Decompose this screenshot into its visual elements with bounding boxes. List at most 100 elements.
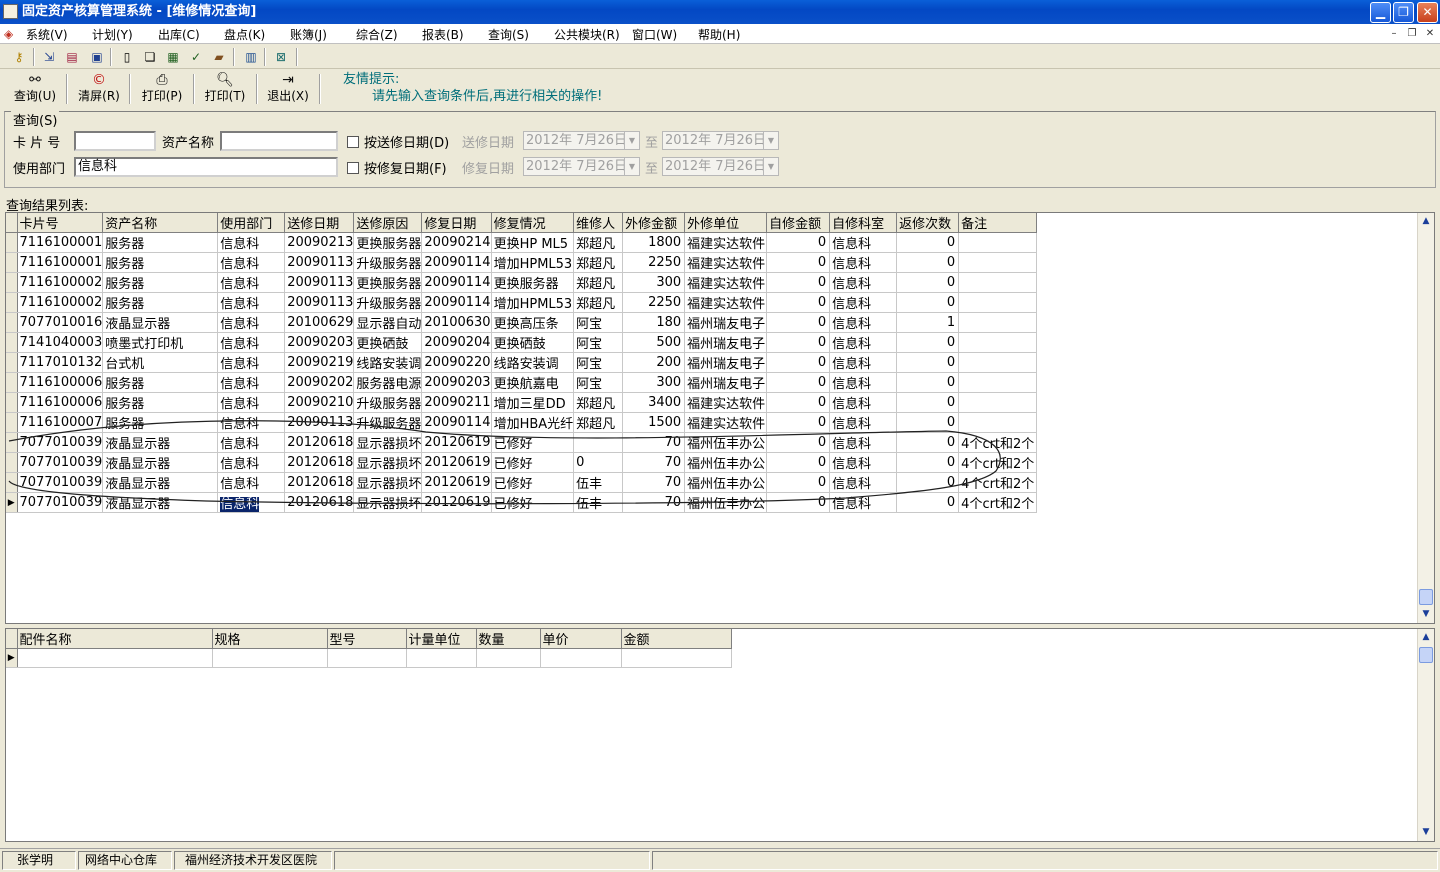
table-cell[interactable]: 信息科 [829,412,898,433]
table-cell[interactable]: 0 [896,292,960,313]
table-cell[interactable]: 7077010039 [17,492,104,513]
table-cell[interactable]: 0 [766,292,831,313]
table-cell[interactable]: 更换航嘉电 [491,372,575,393]
table-row[interactable]: 7077010039 液晶显示器 信息科 20120618 显示器损坏 20120619 已… [6,452,1038,473]
table-cell[interactable]: 7141040003 [17,332,104,353]
table-cell[interactable]: 福州伍丰办公 [684,492,768,513]
column-header[interactable]: 修复日期 [421,213,492,233]
table-cell[interactable]: 20100629 [284,312,355,333]
key-icon[interactable]: ⚷ [10,48,28,66]
table-cell[interactable]: 0 [573,452,624,473]
table-cell[interactable]: 0 [766,432,831,453]
repair-date-from-picker[interactable]: 2012年 7月26日 ▼ [523,157,640,176]
scroll-thumb[interactable] [1419,589,1433,605]
table-cell[interactable]: 液晶显示器 [102,472,219,493]
table-cell[interactable]: 信息科 [217,312,286,333]
table-cell[interactable]: 0 [896,492,960,513]
table-cell[interactable]: 信息科 [217,392,286,413]
table-cell[interactable]: 阿宝 [573,332,624,353]
column-header[interactable]: 金额 [621,629,732,649]
send-date-checkbox[interactable] [347,136,359,148]
table-row[interactable]: 7116100001 服务器 信息科 20090113 升级服务器 20090114 增加H… [6,252,1038,273]
table-cell[interactable]: 阿宝 [573,372,624,393]
table-cell[interactable]: 信息科 [217,452,286,473]
query-button[interactable]: ⚯ 查询(U) [10,72,60,106]
results-grid[interactable]: 卡片号 资产名称 使用部门 送修日期 送修原因 修复日期 修复情况 维修人 外修金额 外修单位 自修… [5,212,1435,624]
table-cell[interactable]: 20120618 [284,472,355,493]
table-cell[interactable]: 20090114 [421,292,492,313]
menu-help[interactable]: 帮助(H) [698,26,740,43]
asset-name-input[interactable] [220,131,338,151]
table-cell[interactable]: 已修好 [491,452,575,473]
table-cell[interactable]: 0 [896,432,960,453]
table-cell[interactable]: 信息科 [829,472,898,493]
table-cell[interactable]: 服务器电源 [353,372,423,393]
column-header[interactable]: 资产名称 [102,213,219,233]
table-cell[interactable]: 0 [896,352,960,373]
table-row[interactable]: 7116100001 服务器 信息科 20090213 更换服务器 20090214 更换H… [6,232,1038,253]
column-header[interactable]: 卡片号 [17,213,104,233]
clear-button[interactable]: © 清屏(R) [74,72,124,106]
table-cell[interactable]: 0 [766,452,831,473]
column-header[interactable]: 自修科室 [829,213,898,233]
table-cell[interactable]: 郑超凡 [573,232,624,253]
check-list-icon[interactable]: ✓ [187,48,205,66]
column-header[interactable]: 使用部门 [217,213,286,233]
menu-plan[interactable]: 计划(Y) [92,26,133,43]
table-cell[interactable]: 伍丰 [573,472,624,493]
table-cell[interactable]: 4个crt和2个 [958,472,1038,493]
table-cell[interactable]: 液晶显示器 [102,492,219,513]
results-scrollbar[interactable]: ▲ ▼ [1417,213,1434,623]
parts-grid[interactable]: 配件名称 规格 型号 计量单位 数量 单价 金额 ▶ ▲ ▼ [5,628,1435,842]
table-cell[interactable]: 显示器自动 [353,312,423,333]
table-cell[interactable]: 福建实达软件 [684,272,768,293]
table-row[interactable]: 7141040003 喷墨式打印机 信息科 20090203 更换硒鼓 20090204 更… [6,332,1038,353]
table-cell[interactable]: 0 [766,412,831,433]
table-cell[interactable]: 福州伍丰办公 [684,472,768,493]
table-cell[interactable]: 0 [766,252,831,273]
column-header[interactable]: 送修原因 [353,213,423,233]
table-cell[interactable]: 显示器损坏 [353,492,423,513]
table-cell[interactable]: 升级服务器 [353,412,423,433]
column-header[interactable]: 型号 [327,629,407,649]
table-cell[interactable]: 20120618 [284,492,355,513]
column-header[interactable]: 单价 [540,629,622,649]
table-cell[interactable]: 信息科 [829,292,898,313]
card-number-input[interactable] [74,131,156,151]
mdi-close-button[interactable]: ✕ [1422,27,1438,41]
table-cell[interactable]: 1800 [622,232,686,253]
spreadsheet-icon[interactable]: ▦ [164,48,182,66]
table-row[interactable]: 7116100006 服务器 信息科 20090202 服务器电源 20090203 更换航… [6,372,1038,393]
table-cell[interactable]: 信息科 [829,352,898,373]
table-cell[interactable]: 福州伍丰办公 [684,452,768,473]
table-cell[interactable]: 20090211 [421,392,492,413]
column-header[interactable]: 外修单位 [684,213,768,233]
table-cell[interactable]: 20120619 [421,452,492,473]
table-cell[interactable]: 70 [622,432,686,453]
table-row[interactable]: 7077010039 液晶显示器 信息科 20120618 显示器损坏 20120619 已… [6,432,1038,453]
table-cell[interactable]: 信息科 [829,432,898,453]
table-row[interactable]: 7117010132 台式机 信息科 20090219 线路安装调 20090220 线路安… [6,352,1038,373]
table-cell[interactable]: 伍丰 [573,492,624,513]
table-cell[interactable]: 7116100002 [17,292,104,313]
table-cell[interactable]: 4个crt和2个 [958,492,1038,513]
table-cell[interactable]: 0 [896,332,960,353]
table-cell[interactable]: 0 [896,252,960,273]
menu-query[interactable]: 查询(S) [488,26,529,43]
department-input[interactable]: 信息科 [74,157,338,177]
table-cell[interactable]: 福州瑞友电子 [684,312,768,333]
column-header[interactable]: 返修次数 [896,213,960,233]
exit-button[interactable]: ⇥ 退出(X) [263,72,313,106]
table-cell[interactable]: 0 [896,452,960,473]
menu-general[interactable]: 综合(Z) [356,26,398,43]
table-cell[interactable]: 郑超凡 [573,292,624,313]
menu-inventory[interactable]: 盘点(K) [224,26,265,43]
table-cell[interactable]: 更换硒鼓 [353,332,423,353]
scroll-up-arrow[interactable]: ▲ [1418,213,1434,230]
table-cell[interactable]: 7116100002 [17,272,104,293]
table-cell[interactable]: 70 [622,452,686,473]
table-cell[interactable]: 4个crt和2个 [958,452,1038,473]
scroll-thumb[interactable] [1419,647,1433,663]
table-row[interactable]: 7116100002 服务器 信息科 20090113 升级服务器 20090114 增加H… [6,292,1038,313]
table-cell[interactable]: 郑超凡 [573,252,624,273]
